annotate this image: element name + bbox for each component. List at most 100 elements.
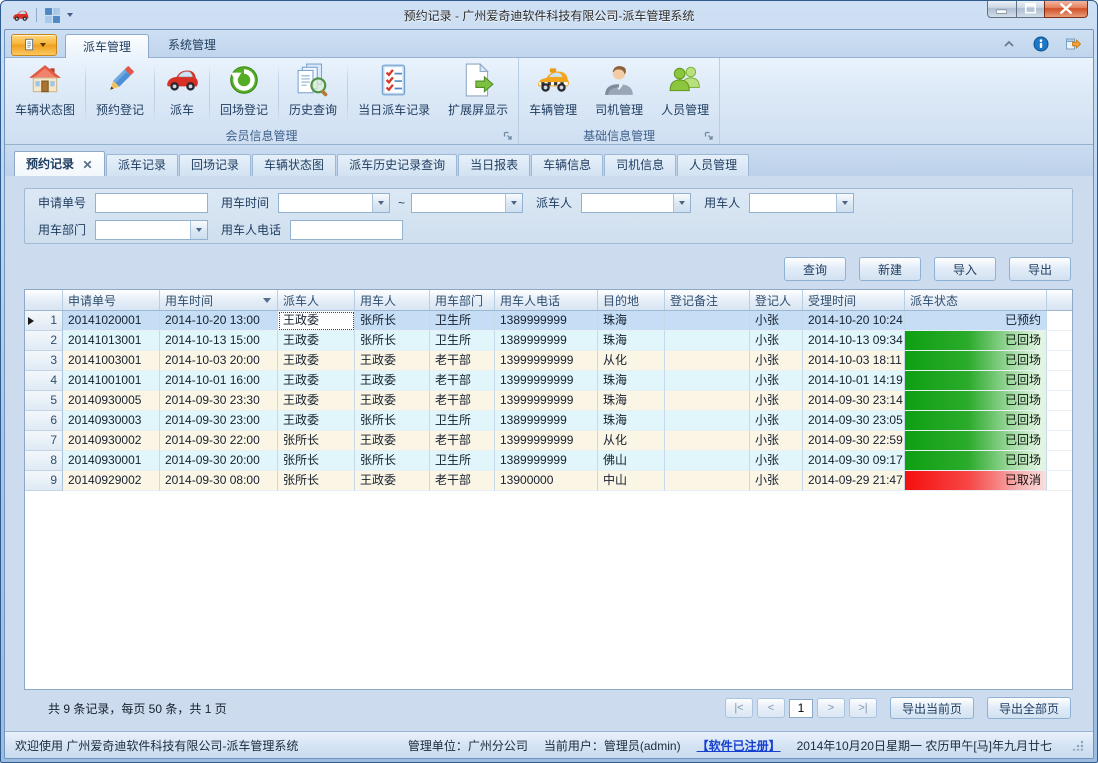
row-header[interactable]: 6 [25, 411, 63, 431]
resize-grip[interactable] [1072, 740, 1083, 751]
new-button[interactable]: 新建 [859, 257, 921, 281]
cell-request-no[interactable]: 20140930005 [63, 391, 160, 411]
cell-accept-time[interactable]: 2014-09-29 21:47 [803, 471, 905, 491]
doc-tab-4[interactable]: 车辆状态图 [252, 154, 336, 176]
cell-use-time[interactable]: 2014-10-01 16:00 [160, 371, 278, 391]
cell-car-user[interactable]: 王政委 [355, 391, 430, 411]
page-input[interactable] [789, 699, 813, 718]
cell-register-remark[interactable] [665, 451, 750, 471]
dialog-launcher-icon[interactable] [703, 130, 715, 142]
cell-use-dept[interactable]: 卫生所 [430, 331, 495, 351]
cell-destination[interactable]: 珠海 [598, 391, 665, 411]
cell-accept-time[interactable]: 2014-09-30 22:59 [803, 431, 905, 451]
cell-use-time[interactable]: 2014-09-30 08:00 [160, 471, 278, 491]
table-row-8[interactable]: 8201409300012014-09-30 20:00张所长张所长卫生所138… [25, 451, 1072, 471]
close-tab-icon[interactable] [82, 159, 93, 170]
row-header[interactable]: 2 [25, 331, 63, 351]
cell-register-remark[interactable] [665, 331, 750, 351]
reservation-register-button[interactable]: 预约登记 [87, 60, 153, 127]
import-button[interactable]: 导入 [934, 257, 996, 281]
cell-car-user[interactable]: 张所长 [355, 411, 430, 431]
personnel-management-button[interactable]: 人员管理 [652, 60, 718, 127]
cell-use-time[interactable]: 2014-09-30 23:00 [160, 411, 278, 431]
cell-registrar[interactable]: 小张 [750, 391, 803, 411]
column-header-accept-time[interactable]: 受理时间 [803, 290, 905, 310]
qat-dropdown-icon[interactable] [67, 13, 73, 17]
cell-user-phone[interactable]: 1389999999 [495, 311, 598, 331]
cell-user-phone[interactable]: 1389999999 [495, 451, 598, 471]
cell-register-remark[interactable] [665, 311, 750, 331]
cell-car-user[interactable]: 王政委 [355, 431, 430, 451]
cell-dispatcher[interactable]: 王政委 [278, 371, 355, 391]
cell-use-time[interactable]: 2014-10-03 20:00 [160, 351, 278, 371]
return-register-button[interactable]: 回场登记 [211, 60, 277, 127]
cell-destination[interactable]: 珠海 [598, 331, 665, 351]
cell-car-user[interactable]: 张所长 [355, 331, 430, 351]
maximize-button[interactable] [1016, 0, 1044, 18]
cell-use-dept[interactable]: 老干部 [430, 391, 495, 411]
dropdown-button[interactable] [505, 194, 522, 212]
cell-registrar[interactable]: 小张 [750, 371, 803, 391]
cell-user-phone[interactable]: 13999999999 [495, 351, 598, 371]
dropdown-button[interactable] [190, 221, 207, 239]
column-header-register-remark[interactable]: 登记备注 [665, 290, 750, 310]
cell-request-no[interactable]: 20141020001 [63, 311, 160, 331]
row-header[interactable]: 9 [25, 471, 63, 491]
column-header-dispatch-status[interactable]: 派车状态 [905, 290, 1047, 310]
request-no-input[interactable] [95, 193, 208, 213]
table-row-1[interactable]: 1201410200012014-10-20 13:00王政委张所长卫生所138… [25, 311, 1072, 331]
cell-request-no[interactable]: 20140930003 [63, 411, 160, 431]
row-header[interactable]: 3 [25, 351, 63, 371]
export-button[interactable]: 导出 [1009, 257, 1071, 281]
prev-page-button[interactable]: < [757, 698, 785, 718]
cell-use-dept[interactable]: 卫生所 [430, 311, 495, 331]
status-cell[interactable]: 已回场 [905, 351, 1047, 371]
cell-request-no[interactable]: 20141001001 [63, 371, 160, 391]
cell-use-dept[interactable]: 老干部 [430, 371, 495, 391]
driver-management-button[interactable]: 司机管理 [586, 60, 652, 127]
cell-user-phone[interactable]: 13999999999 [495, 391, 598, 411]
history-query-button[interactable]: 历史查询 [280, 60, 346, 127]
last-page-button[interactable]: >| [849, 698, 877, 718]
cell-user-phone[interactable]: 13999999999 [495, 431, 598, 451]
dropdown-button[interactable] [836, 194, 853, 212]
cell-register-remark[interactable] [665, 391, 750, 411]
cell-registrar[interactable]: 小张 [750, 411, 803, 431]
column-header-user-phone[interactable]: 用车人电话 [495, 290, 598, 310]
car-user-select[interactable] [749, 193, 854, 213]
table-row-9[interactable]: 9201409290022014-09-30 08:00张所长王政委老干部139… [25, 471, 1072, 491]
today-dispatch-records-button[interactable]: 当日派车记录 [349, 60, 439, 127]
status-cell[interactable]: 已回场 [905, 331, 1047, 351]
cell-request-no[interactable]: 20141013001 [63, 331, 160, 351]
doc-tab-2[interactable]: 派车记录 [106, 154, 178, 176]
row-header[interactable]: 4 [25, 371, 63, 391]
cell-use-time[interactable]: 2014-09-30 20:00 [160, 451, 278, 471]
cell-accept-time[interactable]: 2014-10-13 09:34 [803, 331, 905, 351]
dialog-launcher-icon[interactable] [502, 130, 514, 142]
status-cell[interactable]: 已回场 [905, 371, 1047, 391]
cell-destination[interactable]: 佛山 [598, 451, 665, 471]
cell-dispatcher[interactable]: 王政委 [278, 391, 355, 411]
status-cell[interactable]: 已回场 [905, 411, 1047, 431]
cell-registrar[interactable]: 小张 [750, 311, 803, 331]
cell-use-dept[interactable]: 卫生所 [430, 411, 495, 431]
column-header-use-dept[interactable]: 用车部门 [430, 290, 495, 310]
cell-destination[interactable]: 中山 [598, 471, 665, 491]
ribbon-tab-2[interactable]: 系统管理 [151, 33, 233, 57]
dispatch-button[interactable]: 派车 [156, 60, 208, 127]
cell-destination[interactable]: 珠海 [598, 411, 665, 431]
cell-dispatcher[interactable]: 张所长 [278, 471, 355, 491]
table-row-3[interactable]: 3201410030012014-10-03 20:00王政委王政委老干部139… [25, 351, 1072, 371]
ribbon-tab-1[interactable]: 派车管理 [65, 34, 149, 58]
cell-car-user[interactable]: 张所长 [355, 311, 430, 331]
cell-user-phone[interactable]: 1389999999 [495, 331, 598, 351]
cell-user-phone[interactable]: 13900000 [495, 471, 598, 491]
status-cell[interactable]: 已预约 [905, 311, 1047, 331]
cell-request-no[interactable]: 20140930001 [63, 451, 160, 471]
row-header[interactable]: 5 [25, 391, 63, 411]
minimize-button[interactable] [987, 0, 1016, 18]
cell-user-phone[interactable]: 13999999999 [495, 371, 598, 391]
column-header-request-no[interactable]: 申请单号 [63, 290, 160, 310]
table-row-4[interactable]: 4201410010012014-10-01 16:00王政委王政委老干部139… [25, 371, 1072, 391]
cell-accept-time[interactable]: 2014-09-30 23:05 [803, 411, 905, 431]
